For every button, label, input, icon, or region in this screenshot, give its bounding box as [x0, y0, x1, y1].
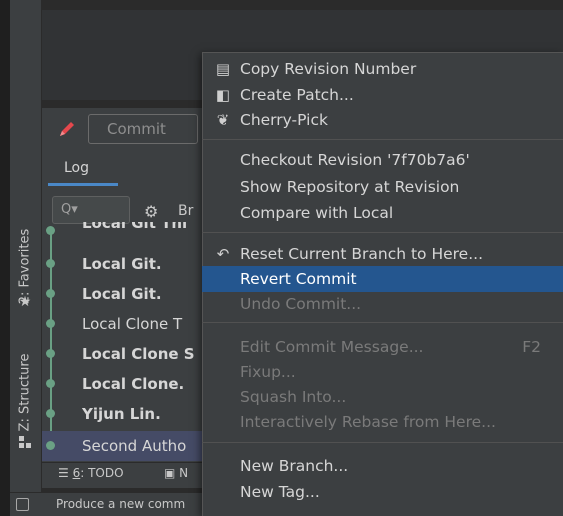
menu-item-cherry-pick[interactable]: ❦ Cherry-Pick — [202, 109, 563, 131]
menu-item-interactive-rebase[interactable]: Interactively Rebase from Here... — [202, 411, 563, 433]
commit-message: Local Clone. — [82, 375, 185, 393]
list-item[interactable]: Local Clone T — [42, 309, 202, 339]
notifications-label: N — [179, 466, 189, 480]
structure-tab-label: Z: Structure — [17, 353, 33, 431]
menu-item-checkout-revision[interactable]: Checkout Revision '7f70b7a6' — [202, 149, 563, 171]
star-icon: ★ — [18, 294, 32, 310]
list-item-selected[interactable]: Second Autho — [42, 431, 202, 461]
todo-tool-button[interactable]: ☰ 6: TODO — [58, 466, 124, 480]
commit-message: Local Git. — [82, 255, 162, 273]
menu-item-squash-into[interactable]: Squash Into... — [202, 386, 563, 408]
menu-item-revert-commit[interactable]: Revert Commit — [202, 266, 563, 292]
branch-filter[interactable]: Br — [178, 203, 193, 219]
commit-message: Yijun Lin. — [82, 405, 161, 423]
patch-icon: ◧ — [215, 86, 231, 104]
structure-tab[interactable]: Z: Structure — [13, 342, 37, 442]
commit-dot — [46, 259, 55, 268]
left-edge-strip — [0, 0, 10, 516]
pencil-icon[interactable] — [56, 118, 78, 140]
undo-arrow-icon: ↶ — [216, 245, 230, 263]
shortcut-label: F2 — [522, 338, 541, 356]
menu-separator — [202, 139, 563, 140]
menu-item-undo-commit[interactable]: Undo Commit... — [202, 293, 563, 315]
commit-dot — [46, 319, 55, 328]
commit-message: Local Git Thi — [82, 222, 188, 232]
search-input[interactable]: Q▾ — [52, 196, 130, 224]
menu-item-compare-local[interactable]: Compare with Local — [202, 202, 563, 224]
menu-item-show-repository[interactable]: Show Repository at Revision — [202, 176, 563, 198]
menu-item-copy-revision[interactable]: ▤ Copy Revision Number — [202, 58, 563, 80]
commit-dot — [46, 379, 55, 388]
menu-item-new-tag[interactable]: New Tag... — [202, 481, 563, 503]
commit-dot — [46, 441, 55, 450]
list-item[interactable]: Local Git Thi — [42, 222, 202, 238]
copy-icon: ▤ — [215, 60, 231, 78]
list-item[interactable]: Yijun Lin. — [42, 399, 202, 429]
side-tool-strip: 2: Favorites ★ Z: Structure — [10, 0, 42, 516]
todo-label: : TODO — [80, 466, 124, 480]
commit-dot — [46, 289, 55, 298]
commit-message: Local Git. — [82, 285, 162, 303]
commit-message: Second Autho — [82, 437, 187, 455]
list-item[interactable]: Local Clone. — [42, 369, 202, 399]
commit-dot — [46, 409, 55, 418]
gear-icon[interactable]: ⚙ — [144, 202, 158, 221]
menu-separator — [202, 232, 563, 233]
menu-separator — [202, 322, 563, 323]
terminal-icon: ▣ — [164, 466, 180, 480]
menu-item-reset-branch[interactable]: ↶ Reset Current Branch to Here... — [202, 243, 563, 265]
status-text: Produce a new comm — [56, 497, 186, 511]
commit-button[interactable]: Commit — [88, 114, 198, 144]
commit-dot — [46, 349, 55, 358]
menu-item-fixup[interactable]: Fixup... — [202, 361, 563, 383]
menu-item-edit-message[interactable]: Edit Commit Message... F2 — [202, 336, 563, 358]
list-icon: ☰ — [58, 466, 73, 480]
cherry-icon: ❦ — [216, 111, 230, 129]
structure-icon — [13, 432, 37, 452]
list-item[interactable]: Local Git. — [42, 249, 202, 279]
menu-item-create-patch[interactable]: ◧ Create Patch... — [202, 84, 563, 106]
list-item[interactable]: Local Git. — [42, 279, 202, 309]
commit-dot — [46, 226, 55, 235]
commit-message: Local Clone S — [82, 345, 195, 363]
square-icon[interactable] — [16, 498, 29, 511]
list-item[interactable]: Local Clone S — [42, 339, 202, 369]
menu-separator — [202, 442, 563, 443]
tab-log[interactable]: Log — [48, 160, 118, 186]
menu-item-new-branch[interactable]: New Branch... — [202, 455, 563, 477]
notifications-tool-button[interactable]: ▣ N — [164, 466, 188, 480]
commit-message: Local Clone T — [82, 315, 183, 333]
